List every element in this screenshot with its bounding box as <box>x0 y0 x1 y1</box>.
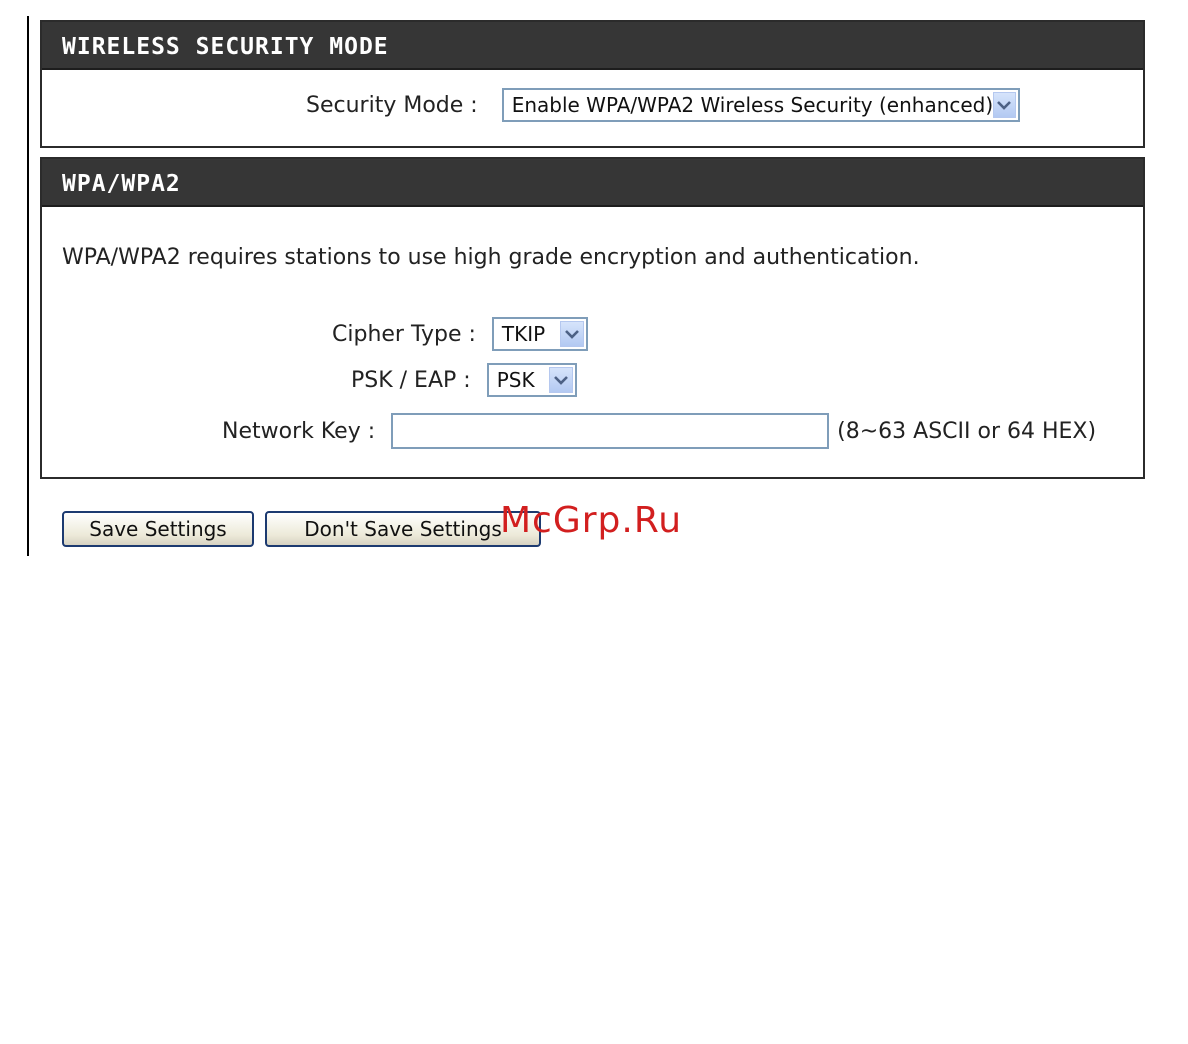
left-divider <box>27 16 29 556</box>
cipher-type-label: Cipher Type : <box>332 321 476 347</box>
cipher-type-row: Cipher Type : TKIP <box>332 317 588 351</box>
cipher-type-value: TKIP <box>501 322 546 346</box>
chevron-down-icon[interactable] <box>993 92 1016 118</box>
network-key-label: Network Key : <box>222 418 376 444</box>
security-mode-value: Enable WPA/WPA2 Wireless Security (enhan… <box>511 93 994 117</box>
network-key-hint: (8~63 ASCII or 64 HEX) <box>837 418 1097 444</box>
cipher-type-select[interactable]: TKIP <box>491 317 588 351</box>
psk-eap-label: PSK / EAP : <box>351 367 471 393</box>
section-title-wireless-security-mode: WIRELESS SECURITY MODE <box>42 22 1143 70</box>
psk-eap-row: PSK / EAP : PSK <box>351 363 577 397</box>
chevron-down-icon[interactable] <box>559 321 584 347</box>
chevron-down-icon[interactable] <box>548 367 573 393</box>
security-mode-row: Security Mode : Enable WPA/WPA2 Wireless… <box>306 88 1020 122</box>
psk-eap-value: PSK <box>496 368 535 392</box>
wpa-wpa2-panel: WPA/WPA2 WPA/WPA2 requires stations to u… <box>40 157 1145 479</box>
watermark-text: McGrp.Ru <box>500 500 683 541</box>
section-title-wpa-wpa2: WPA/WPA2 <box>42 159 1143 207</box>
wpa-description: WPA/WPA2 requires stations to use high g… <box>62 245 920 270</box>
network-key-row: Network Key : (8~63 ASCII or 64 HEX) <box>222 413 1096 449</box>
psk-eap-select[interactable]: PSK <box>486 363 577 397</box>
save-settings-button[interactable]: Save Settings <box>62 511 254 547</box>
network-key-input[interactable] <box>391 413 830 449</box>
security-mode-select[interactable]: Enable WPA/WPA2 Wireless Security (enhan… <box>501 88 1020 122</box>
wireless-security-mode-panel: WIRELESS SECURITY MODE Security Mode : E… <box>40 20 1145 148</box>
page: WIRELESS SECURITY MODE Security Mode : E… <box>0 0 1188 1044</box>
security-mode-label: Security Mode : <box>306 92 478 118</box>
